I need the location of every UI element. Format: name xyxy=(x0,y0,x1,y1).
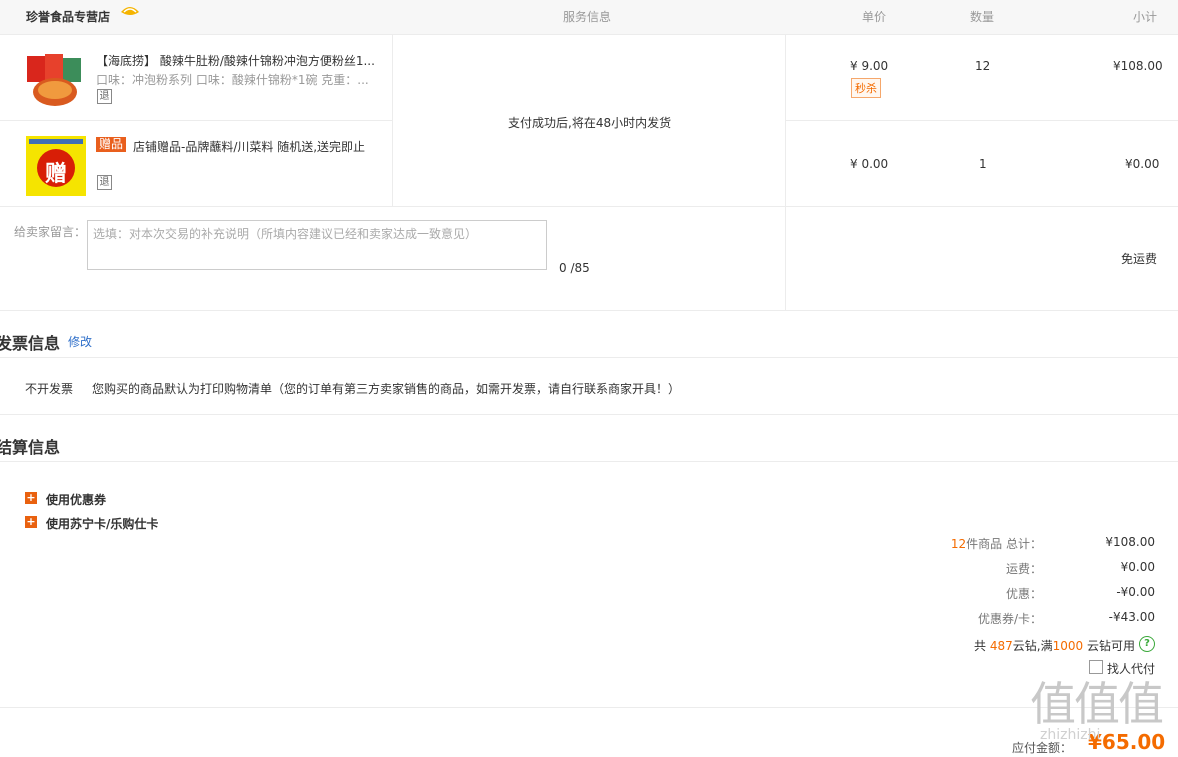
item-count-label: 12件商品 总计： xyxy=(950,537,1042,551)
order-table-header: 珍誉食品专营店 服务信息 单价 数量 小计 xyxy=(0,0,1178,35)
store-name[interactable]: 珍誉食品专营店 xyxy=(26,8,110,25)
return-badge-icon: 退 xyxy=(97,175,112,190)
use-card-toggle[interactable]: 使用苏宁卡/乐购仕卡 xyxy=(46,515,158,532)
col-service: 服务信息 xyxy=(563,10,612,24)
gift-name[interactable]: 店铺赠品-品牌蘸料/川菜料 随机送,送完即止 xyxy=(133,138,383,155)
unit-price: ¥ 0.00 xyxy=(850,157,889,171)
subtotal: ¥108.00 xyxy=(1113,59,1163,73)
watermark-url: zhizhizhi xyxy=(1040,727,1101,743)
use-coupon-toggle[interactable]: 使用优惠券 xyxy=(46,491,106,508)
col-subtotal: 小计 xyxy=(1133,10,1158,24)
invoice-note: 您购买的商品默认为打印购物清单（您的订单有第三方卖家销售的商品，如需开发票，请自… xyxy=(92,382,681,396)
discount-label: 优惠： xyxy=(1005,587,1042,601)
divider xyxy=(0,120,392,121)
divider xyxy=(0,206,1178,207)
yunzuan-info: 共 487云钻,满1000 云钻可用 xyxy=(974,639,1135,653)
invoice-edit-link[interactable]: 修改 xyxy=(68,333,92,350)
invoice-type: 不开发票 xyxy=(25,382,74,396)
gift-tag: 赠品 xyxy=(96,137,127,152)
col-price: 单价 xyxy=(862,10,887,24)
message-counter: 0 /85 xyxy=(559,261,590,275)
message-label: 给卖家留言： xyxy=(14,225,87,239)
divider xyxy=(0,707,1178,708)
unit-price: ¥ 9.00 xyxy=(850,59,889,73)
store-badge-icon xyxy=(120,4,140,20)
subtotal: ¥0.00 xyxy=(1125,157,1160,171)
divider xyxy=(0,310,1178,311)
product-attributes: 口味：冲泡粉系列 口味：酸辣什锦粉*1碗 克重：... xyxy=(96,73,369,87)
return-badge-icon: 退 xyxy=(97,89,112,104)
gift-thumbnail[interactable]: 赠 xyxy=(26,136,86,196)
col-qty: 数量 xyxy=(970,10,995,24)
total-value: ¥108.00 xyxy=(1105,535,1155,549)
expand-plus-icon[interactable]: + xyxy=(25,492,37,504)
discount-value: -¥0.00 xyxy=(1116,585,1155,599)
flash-sale-tag: 秒杀 xyxy=(851,78,881,98)
divider xyxy=(392,35,393,206)
divider xyxy=(0,414,1178,415)
quantity: 12 xyxy=(975,59,991,73)
divider xyxy=(0,461,1178,462)
service-info: 支付成功后,将在48小时内发货 xyxy=(508,116,672,130)
divider xyxy=(0,357,1178,358)
invoice-title: 发票信息 xyxy=(0,334,61,353)
product-name[interactable]: 【海底捞】 酸辣牛肚粉/酸辣什锦粉冲泡方便粉丝1... xyxy=(96,52,378,69)
settlement-title: 结算信息 xyxy=(0,438,61,457)
message-input[interactable]: 选填：对本次交易的补充说明（所填内容建议已经和卖家达成一致意见） xyxy=(87,220,547,270)
shipping-info: 免运费 xyxy=(1121,252,1158,266)
divider xyxy=(786,120,1178,121)
freight-label: 运费： xyxy=(1005,562,1042,576)
coupon-label: 优惠券/卡： xyxy=(977,612,1042,626)
quantity: 1 xyxy=(979,157,987,171)
freight-value: ¥0.00 xyxy=(1120,560,1155,574)
help-icon[interactable]: ? xyxy=(1139,636,1155,652)
divider xyxy=(785,35,786,310)
coupon-value: -¥43.00 xyxy=(1108,610,1155,624)
expand-plus-icon[interactable]: + xyxy=(25,516,37,528)
gift-thumb-char: 赠 xyxy=(45,162,68,187)
product-thumbnail[interactable] xyxy=(25,50,85,110)
watermark: 值值值 xyxy=(1030,677,1164,731)
